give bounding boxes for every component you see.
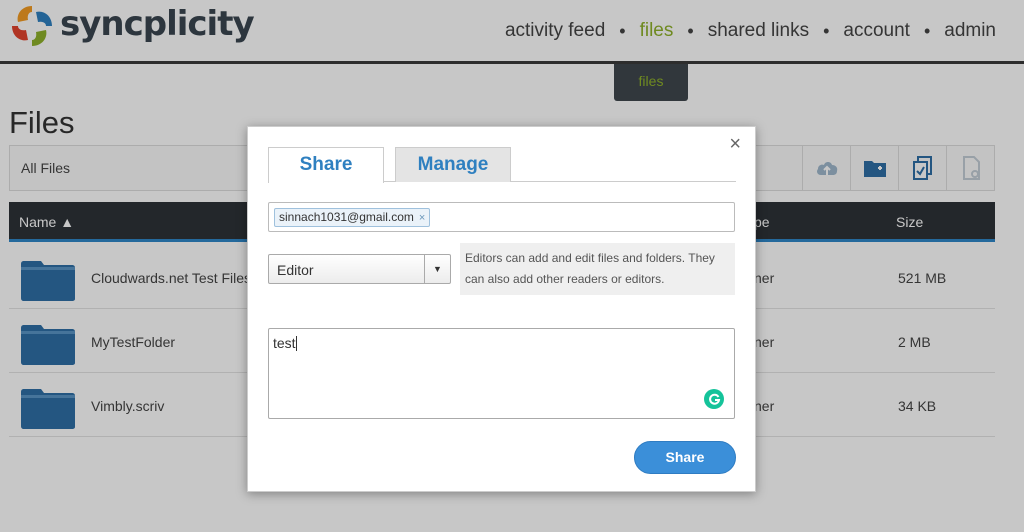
- recipient-email: sinnach1031@gmail.com: [279, 210, 414, 224]
- grammarly-icon[interactable]: [704, 389, 724, 409]
- recipient-input[interactable]: sinnach1031@gmail.com ×: [268, 202, 735, 232]
- remove-recipient-icon[interactable]: ×: [419, 212, 425, 224]
- role-select[interactable]: Editor ▼: [268, 254, 451, 284]
- dialog-tabs: Share Manage: [268, 147, 736, 183]
- recipient-chip: sinnach1031@gmail.com ×: [274, 208, 431, 227]
- role-help-text: Editors can add and edit files and folde…: [460, 243, 735, 295]
- grammarly-g-icon: [708, 393, 720, 405]
- share-dialog: × Share Manage sinnach1031@gmail.com × Ed…: [247, 126, 756, 492]
- chevron-down-icon[interactable]: ▼: [424, 255, 450, 283]
- share-button[interactable]: Share: [634, 441, 736, 474]
- tab-manage[interactable]: Manage: [395, 147, 511, 182]
- tab-share[interactable]: Share: [268, 147, 384, 183]
- role-select-value: Editor: [277, 262, 314, 278]
- message-textarea[interactable]: test: [268, 328, 735, 419]
- message-text: test: [273, 335, 296, 351]
- text-caret: [295, 336, 297, 351]
